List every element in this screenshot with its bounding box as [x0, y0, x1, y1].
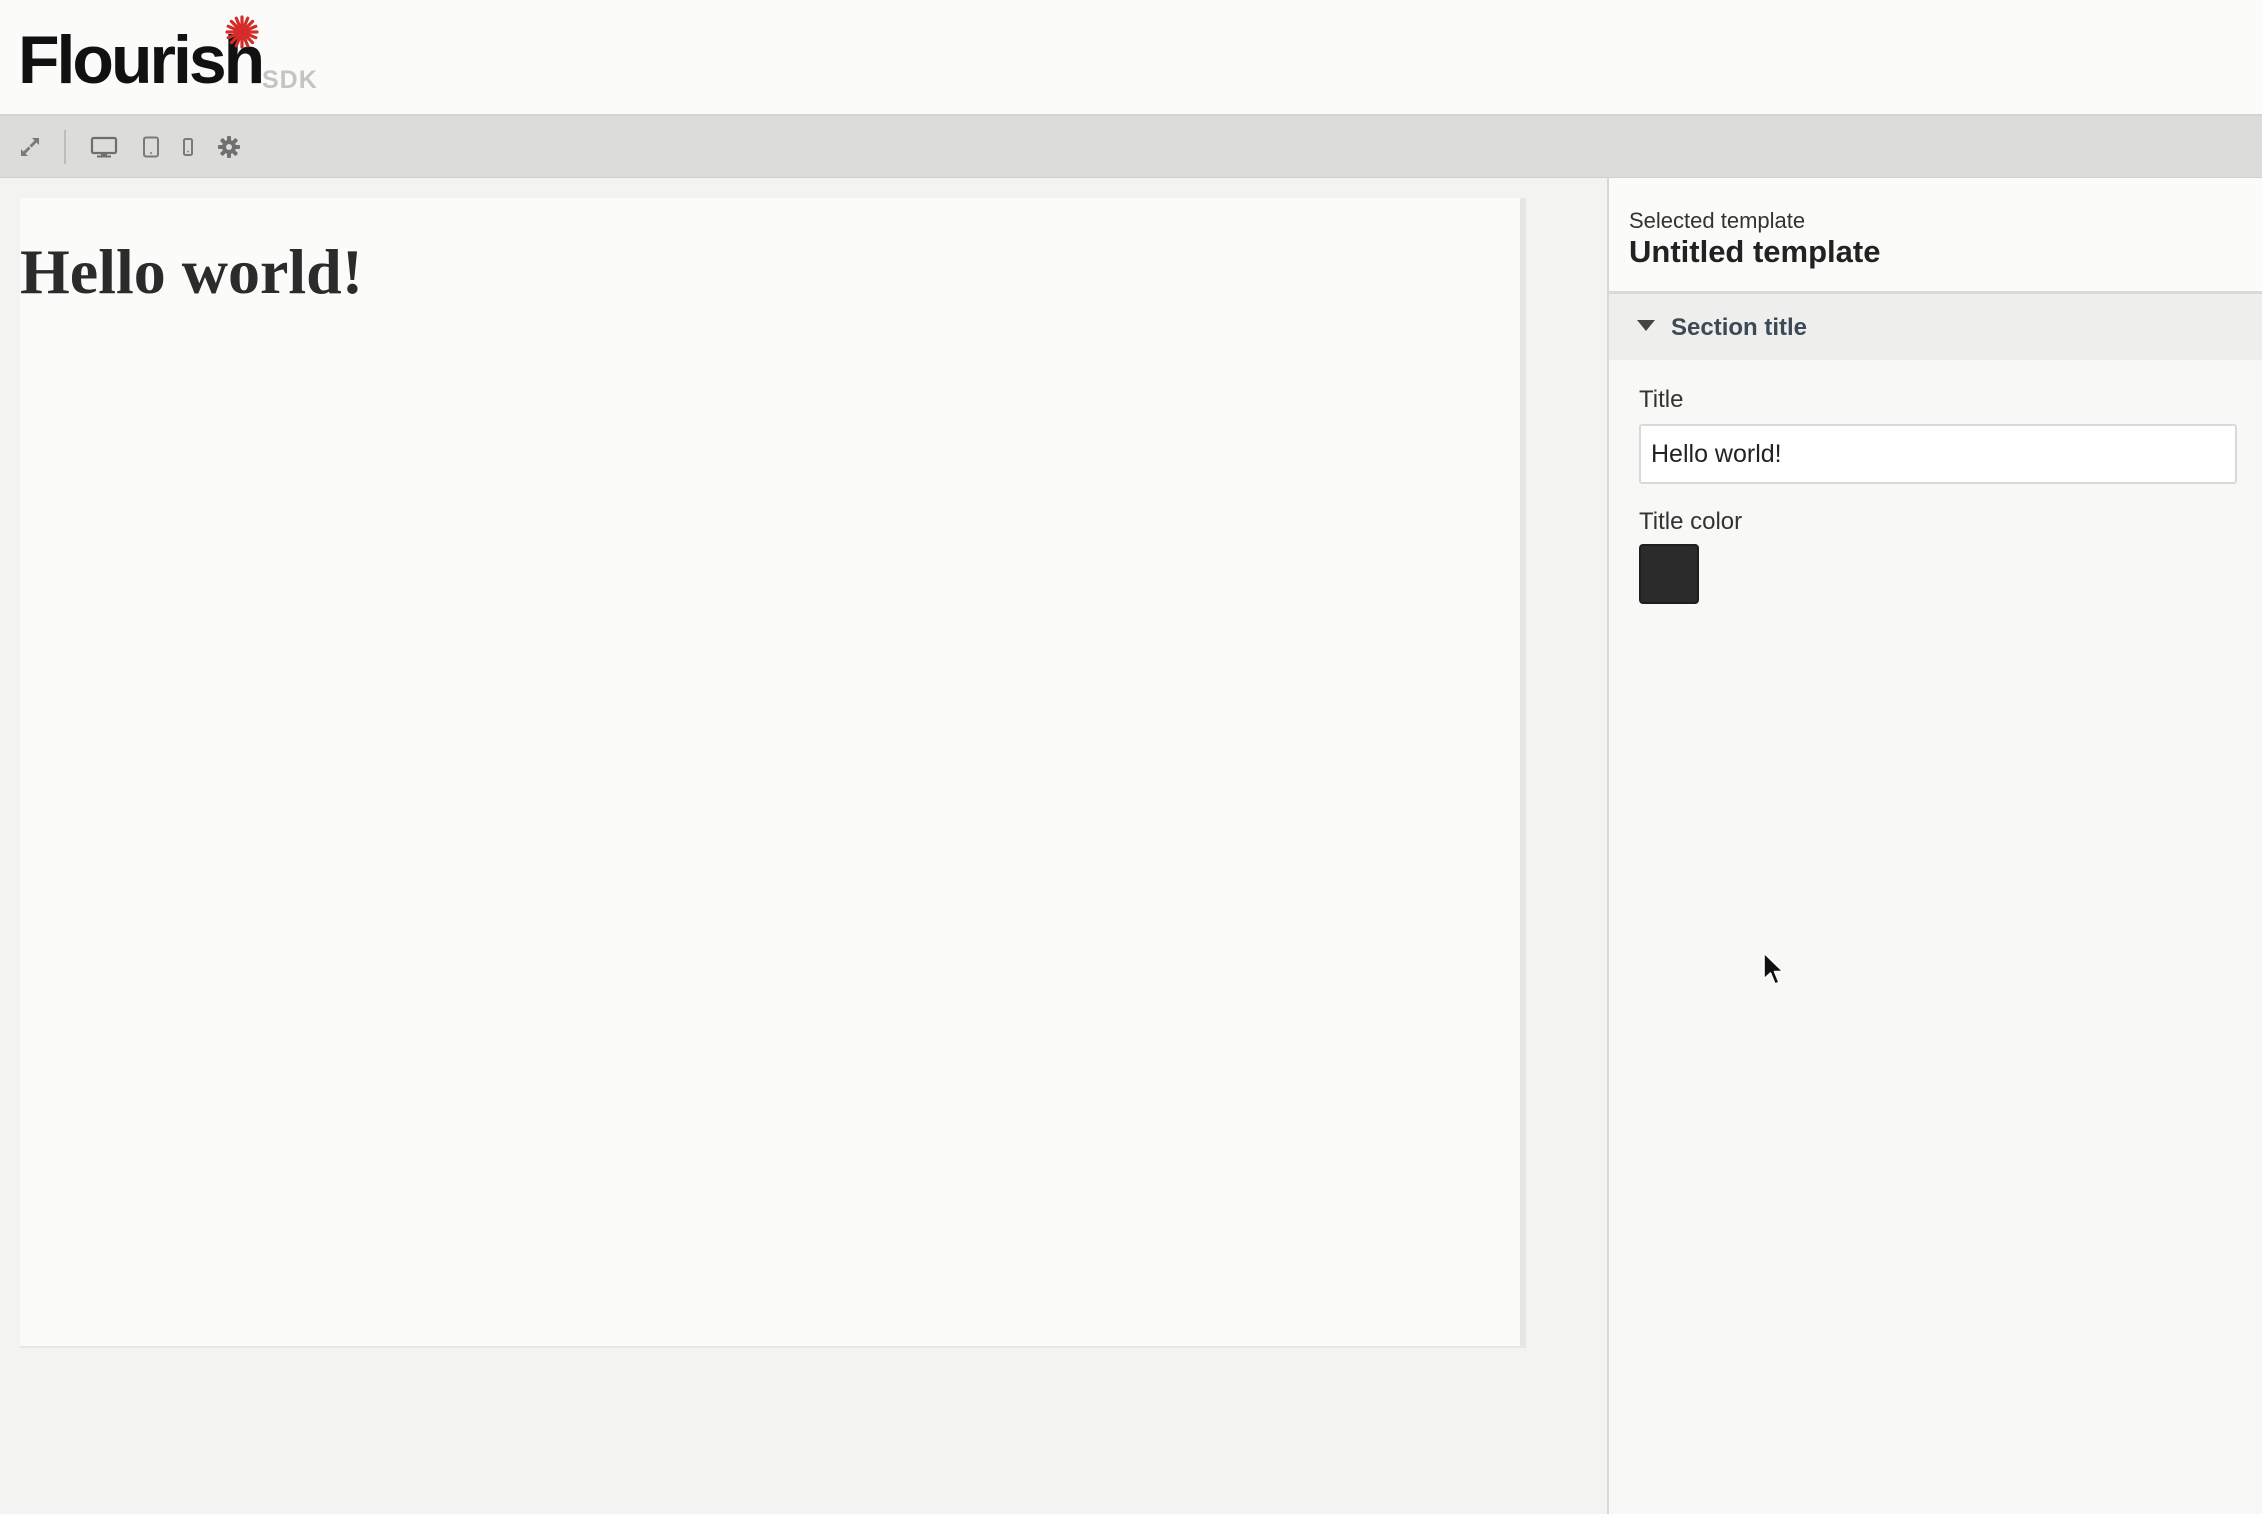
title-color-swatch[interactable]	[1639, 544, 1699, 604]
desktop-icon	[90, 136, 118, 158]
sdk-badge: SDK	[262, 66, 318, 94]
tablet-icon	[143, 136, 159, 158]
toolbar-divider	[64, 130, 66, 164]
app-header: Flourish SDK	[0, 0, 2262, 116]
selected-template-label: Selected template	[1629, 208, 1806, 233]
title-input[interactable]	[1639, 424, 2237, 484]
preview-frame: Hello world!	[20, 198, 1526, 1348]
tablet-view-button[interactable]	[132, 128, 170, 166]
expand-icon	[21, 138, 39, 156]
preview-toolbar	[0, 116, 2262, 178]
caret-down-icon	[1637, 320, 1655, 331]
gear-icon	[218, 136, 240, 158]
fullscreen-button[interactable]	[11, 128, 49, 166]
section-header[interactable]: Section title	[1609, 294, 2262, 360]
settings-button[interactable]	[210, 128, 248, 166]
title-color-label: Title color	[1639, 508, 1743, 535]
title-field-label: Title	[1639, 386, 1684, 413]
mobile-view-button[interactable]	[169, 128, 207, 166]
settings-panel: Selected template Untitled template Sect…	[1607, 178, 2262, 1514]
mobile-icon	[183, 138, 193, 156]
preview-area: Hello world!	[0, 178, 1607, 1514]
desktop-view-button[interactable]	[85, 128, 123, 166]
preview-title: Hello world!	[20, 236, 364, 307]
selected-template-name: Untitled template	[1629, 234, 1881, 269]
section-title: Section title	[1671, 314, 1808, 341]
logo-starburst-icon	[225, 15, 259, 49]
template-header: Selected template Untitled template	[1609, 178, 2262, 294]
